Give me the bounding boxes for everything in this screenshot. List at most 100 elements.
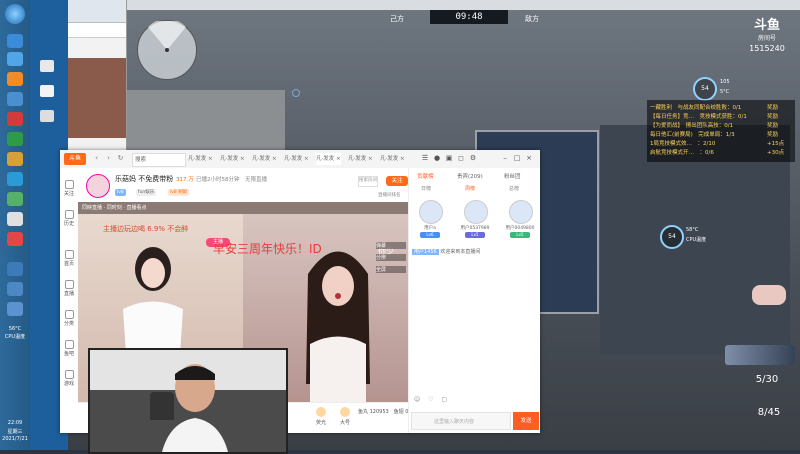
tab[interactable]: 凡·发发 ×: [220, 153, 245, 165]
nav-history[interactable]: 历史: [60, 210, 78, 227]
rank-tabs: 贡献榜 贵宾(209) 粉丝团: [409, 172, 540, 182]
refresh-icon[interactable]: ↻: [116, 154, 125, 163]
tab[interactable]: 凡·发发 ×: [284, 153, 309, 165]
overlay-headline: 早安三周年快乐！ID: [213, 242, 322, 256]
close-icon[interactable]: ×: [524, 153, 534, 163]
back-icon[interactable]: ‹: [92, 154, 101, 163]
maximize-icon[interactable]: □: [512, 153, 522, 163]
room-header: 乐菇妈 不免费带粉 317.万 已播2小时58分钟 无限直播 lv8 fun娱乐…: [78, 168, 408, 202]
tab-active[interactable]: 凡·发发 ×: [316, 153, 341, 165]
tab-fans[interactable]: 粉丝团: [504, 172, 521, 180]
right-panel: 贡献榜 贵宾(209) 粉丝团 日榜 周榜 总榜 用户a 用户0537989 用…: [408, 168, 540, 433]
anchor-avatar[interactable]: [86, 174, 110, 198]
app-icon[interactable]: [7, 72, 23, 86]
rank-avatar[interactable]: [419, 200, 443, 224]
douyu-logo[interactable]: 斗鱼: [64, 153, 86, 165]
desktop-icon[interactable]: [40, 85, 54, 97]
bell-icon[interactable]: ◻: [456, 153, 466, 163]
avatar[interactable]: ●: [432, 153, 442, 163]
gift-item[interactable]: 荧光: [310, 407, 332, 426]
send-button[interactable]: 发送: [513, 412, 539, 430]
brand-logo: 斗鱼: [753, 18, 780, 33]
rank-badge: Lv5: [465, 232, 485, 238]
app-icon[interactable]: [7, 262, 23, 276]
subtab-week[interactable]: 周榜: [465, 185, 475, 192]
tab[interactable]: 凡·发发 ×: [188, 153, 213, 165]
gift-icon: [340, 407, 350, 417]
quest-row: 1局竞技模式效… ：2/10 +15点: [650, 141, 785, 147]
nav-home[interactable]: 首页: [60, 250, 78, 267]
grid-icon: [64, 310, 74, 319]
menu-icon[interactable]: ☰: [420, 153, 430, 163]
subtab-day[interactable]: 日榜: [421, 185, 431, 192]
chat-input[interactable]: 这里输入聊天内容: [411, 412, 511, 430]
nav-follow[interactable]: 关注: [60, 180, 78, 197]
app-icon[interactable]: [7, 92, 23, 106]
forward-icon[interactable]: ›: [104, 154, 113, 163]
fans-icon[interactable]: ♡: [428, 396, 433, 403]
fish-icon: [64, 340, 74, 349]
app-icon[interactable]: [7, 172, 23, 186]
clock-time[interactable]: 22:09: [0, 420, 30, 426]
gift-icon: [316, 407, 326, 417]
resolution-button[interactable]: 分辨: [376, 254, 406, 261]
rank-avatar[interactable]: [464, 200, 488, 224]
home-icon: [64, 250, 74, 259]
minimap: [137, 18, 197, 80]
fullscreen-button[interactable]: 全屏: [376, 266, 406, 273]
emoji-icon[interactable]: ☺: [414, 396, 420, 403]
left-nav: 关注 历史 首页 直播 分类 鱼吧 游戏: [60, 168, 79, 433]
quest-row: 每日他汇(前赛局) 完成单局：1/3 奖励: [650, 132, 779, 138]
bag-icon[interactable]: ▢: [442, 396, 448, 403]
cpu-temp: 56°C: [8, 326, 22, 332]
rank-badge: Lv5: [510, 232, 530, 238]
nav-category[interactable]: 分类: [60, 310, 78, 327]
settings-icon[interactable]: ⚙: [468, 153, 478, 163]
app-icon[interactable]: [7, 232, 23, 246]
overlay-text: 主播边玩边喝 6.9% 不会醉: [103, 225, 189, 233]
tab[interactable]: 凡·发发 ×: [348, 153, 373, 165]
app-icon[interactable]: [7, 152, 23, 166]
tab[interactable]: 凡·发发 ×: [380, 153, 405, 165]
tab-vip[interactable]: 贵宾(209): [457, 172, 483, 180]
room-search[interactable]: 搜索房间: [358, 176, 378, 187]
score-bar: 己方 09:48 敌方: [390, 8, 550, 28]
nav-live[interactable]: 直播: [60, 280, 78, 297]
nav-fishbar[interactable]: 鱼吧: [60, 340, 78, 357]
app-icon[interactable]: [7, 34, 23, 48]
minimize-icon[interactable]: –: [500, 153, 510, 163]
clock-icon: [64, 210, 74, 219]
app-icon[interactable]: [7, 132, 23, 146]
rank-link[interactable]: 直播间排名: [378, 192, 401, 198]
rank-subtabs: 日榜 周榜 总榜: [409, 185, 540, 195]
tab-contribution[interactable]: 贡献榜: [417, 172, 434, 180]
windows-taskbar: 56°C CPU温度 22:09 星期三 2021/7/21: [0, 0, 30, 450]
background-window[interactable]: [68, 0, 127, 150]
danmu-toggle[interactable]: 弹幕: [376, 242, 406, 249]
fps-gauge: 54 105 5°C: [693, 77, 745, 101]
desktop-icon[interactable]: [40, 110, 54, 122]
app-icon[interactable]: [7, 282, 23, 296]
brand-sub: 房间号: [757, 35, 776, 42]
gift-icon[interactable]: ▣: [444, 153, 454, 163]
follow-button[interactable]: 关注: [386, 176, 408, 186]
app-icon[interactable]: [7, 192, 23, 206]
app-icon[interactable]: [7, 112, 23, 126]
app-icon[interactable]: [7, 212, 23, 226]
tab[interactable]: 凡·发发 ×: [252, 153, 277, 165]
pet-icon: [752, 285, 786, 305]
crosshair-icon: [292, 89, 300, 97]
category-tag[interactable]: fun娱乐: [136, 189, 157, 196]
desktop-icon[interactable]: [40, 60, 54, 72]
rank-avatar[interactable]: [509, 200, 533, 224]
quest-row: 启航竞技模式开… ：0/6 +30点: [650, 150, 785, 156]
nav-games[interactable]: 游戏: [60, 370, 78, 387]
app-icon[interactable]: [7, 52, 23, 66]
team-left-label: 己方: [390, 15, 404, 23]
gift-item[interactable]: 大号: [334, 407, 356, 426]
search-input[interactable]: 搜索: [132, 153, 186, 167]
subtab-total[interactable]: 总榜: [509, 185, 519, 192]
app-icon[interactable]: [7, 302, 23, 316]
chat-toolbar: ☺ ♡ ▢: [414, 396, 536, 406]
start-button[interactable]: [5, 4, 25, 24]
